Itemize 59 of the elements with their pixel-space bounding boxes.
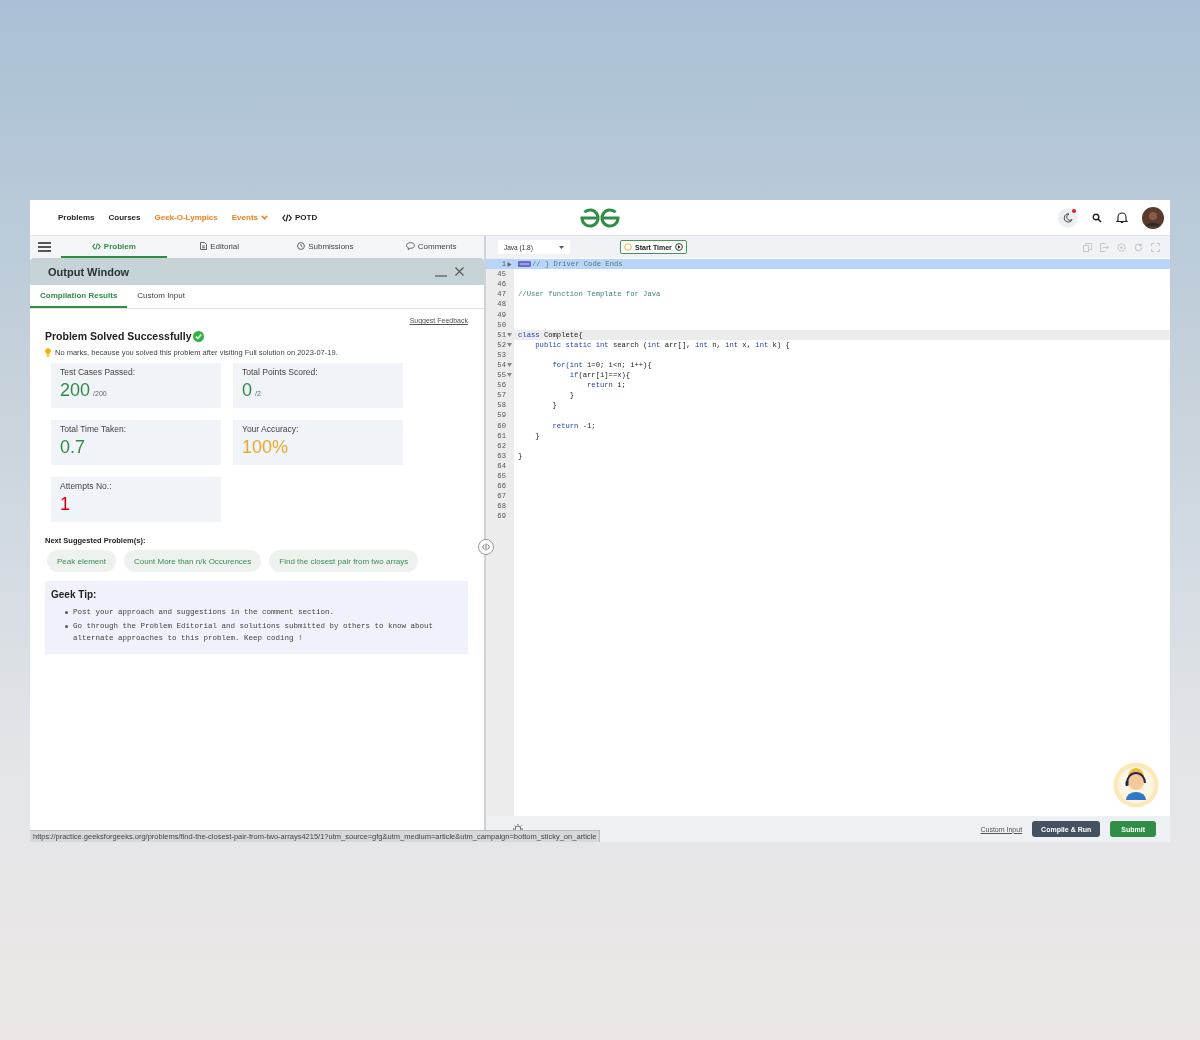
fullscreen-icon[interactable]: [1151, 242, 1160, 252]
settings-icon[interactable]: [1117, 242, 1126, 252]
clock-icon: [297, 242, 306, 250]
tip-title: Geek Tip:: [51, 589, 98, 600]
timer-icon: [624, 243, 632, 251]
panel-tab[interactable]: Submissions: [272, 236, 379, 258]
output-tab[interactable]: Compilation Results: [30, 285, 128, 308]
chat-assistant-icon[interactable]: [1113, 762, 1159, 808]
search-icon[interactable]: [1092, 212, 1102, 223]
nav-link[interactable]: Courses: [108, 213, 141, 222]
output-tab[interactable]: Custom Input: [127, 285, 195, 308]
stat-label: Total Points Scored:: [242, 367, 319, 377]
stat-value: 0.7: [60, 437, 86, 458]
fold-arrow-icon[interactable]: [507, 332, 512, 337]
stat-label: Your Accuracy:: [242, 424, 300, 434]
stat-label: Total Time Taken:: [60, 424, 127, 434]
notification-dot: [1072, 208, 1076, 213]
fold-arrow-icon[interactable]: [507, 342, 512, 347]
code-icon: [282, 213, 292, 222]
bullet-icon: [65, 625, 68, 628]
nav-link[interactable]: Problems: [58, 213, 95, 222]
resize-handle-icon[interactable]: [478, 539, 494, 555]
lightbulb-icon: [45, 348, 51, 357]
dark-mode-toggle[interactable]: [1058, 207, 1078, 228]
moon-icon: [1063, 212, 1073, 223]
suggested-problem-chip[interactable]: Count More than n/k Occurences: [123, 550, 262, 572]
folded-code-marker[interactable]: [518, 261, 531, 268]
nav-link[interactable]: POTD: [282, 213, 318, 222]
stat-value: 200: [60, 380, 91, 401]
caret-icon: [261, 215, 268, 220]
caret-icon: [559, 245, 564, 249]
fold-arrow-icon[interactable]: [507, 261, 512, 267]
suggested-problem-chip[interactable]: Find the closest pair from two arrays: [269, 550, 419, 572]
code-icon: [91, 242, 101, 250]
notification-bell-icon[interactable]: [1116, 211, 1128, 224]
stat-value: 1: [60, 494, 70, 515]
stat-value: 0: [242, 380, 252, 401]
stat-label: Test Cases Passed:: [60, 367, 137, 377]
user-avatar[interactable]: [1142, 206, 1164, 229]
menu-icon[interactable]: [38, 242, 51, 252]
window-title: Output Window: [48, 265, 130, 278]
copy-icon[interactable]: [1083, 242, 1092, 252]
status-title: Problem Solved Successfully: [45, 330, 192, 342]
close-icon[interactable]: [455, 267, 464, 276]
panel-tab[interactable]: Editorial: [166, 236, 273, 258]
bullet-icon: [65, 611, 68, 614]
file-export-icon[interactable]: [1100, 242, 1109, 252]
suggested-problem-chip[interactable]: Peak element: [47, 550, 116, 572]
document-icon: [200, 242, 208, 250]
speech-bubble-icon: [405, 242, 415, 250]
reset-icon[interactable]: [1134, 242, 1143, 252]
panel-tab[interactable]: Comments: [378, 236, 484, 258]
fold-arrow-icon[interactable]: [507, 373, 512, 378]
stat-label: Attempts No.:: [60, 481, 113, 491]
logo[interactable]: [579, 208, 621, 228]
play-icon: [674, 243, 683, 251]
check-circle-icon: [193, 330, 205, 342]
stat-value: 100%: [242, 437, 289, 458]
fold-arrow-icon[interactable]: [507, 363, 512, 367]
